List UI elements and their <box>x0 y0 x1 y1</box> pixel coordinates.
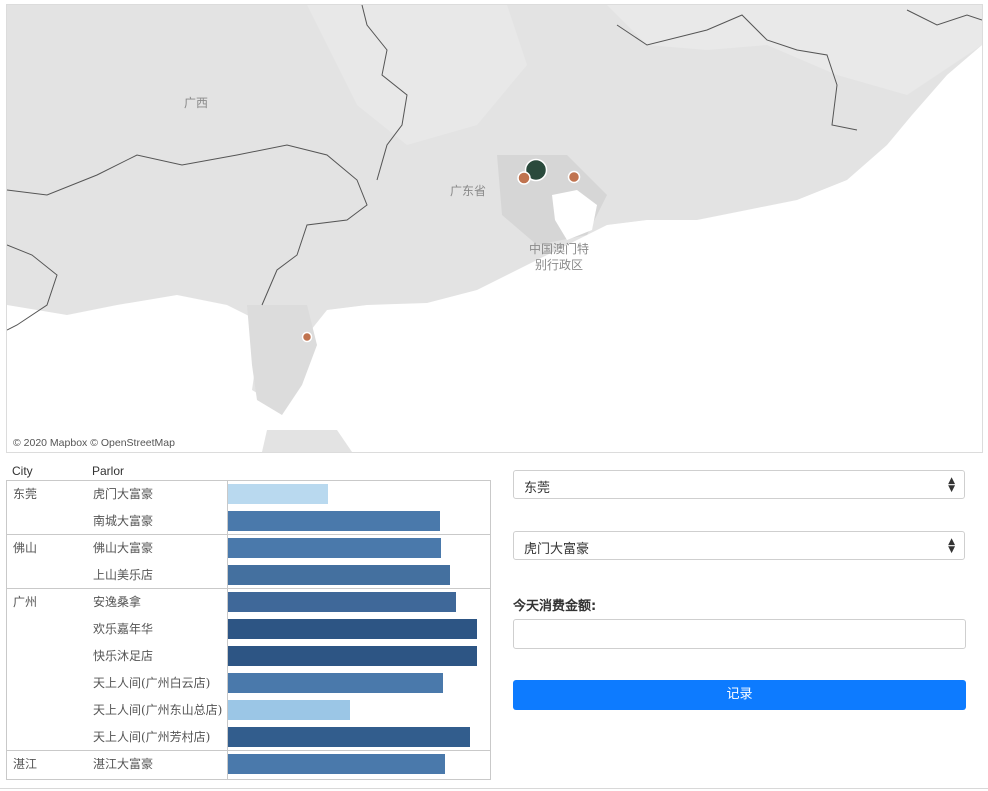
city-select[interactable]: 东莞 ▲ ▼ <box>513 470 965 499</box>
parlor-select[interactable]: 虎门大富豪 ▲ ▼ <box>513 531 965 560</box>
bar[interactable] <box>228 754 445 774</box>
parlor-cell: 南城大富豪 <box>93 514 154 528</box>
map-view[interactable]: 广西 广东省 中国澳门特 别行政区 © 2020 Mapbox © OpenSt… <box>6 4 983 453</box>
bar[interactable] <box>228 673 443 693</box>
map-label-guangxi: 广西 <box>184 96 209 110</box>
map-attribution: © 2020 Mapbox © OpenStreetMap <box>13 437 175 449</box>
table-row[interactable]: 天上人间(广州东山总店) <box>7 697 490 724</box>
amount-label: 今天消费金额: <box>513 599 597 614</box>
parlor-cell: 天上人间(广州东山总店) <box>93 703 223 717</box>
bar[interactable] <box>228 619 477 639</box>
city-select-value: 东莞 <box>524 481 551 496</box>
parlor-cell: 湛江大富豪 <box>93 757 154 771</box>
table-row[interactable]: 欢乐嘉年华 <box>7 616 490 643</box>
column-header-city: City <box>12 464 33 478</box>
city-cell: 湛江 <box>13 757 38 771</box>
bar[interactable] <box>228 538 441 558</box>
column-header-parlor: Parlor <box>92 464 125 478</box>
parlor-cell: 上山美乐店 <box>93 568 154 582</box>
table-row[interactable]: 南城大富豪 <box>7 508 490 535</box>
table-row[interactable]: 快乐沐足店 <box>7 643 490 670</box>
bar[interactable] <box>228 727 470 747</box>
map-label-macau-line2: 别行政区 <box>535 258 584 272</box>
parlor-bar-table: City Parlor 东莞 虎门大富豪南城大富豪佛山 佛山大富豪上山美乐店广州 安逸… <box>6 462 491 782</box>
table-row[interactable]: 广州 安逸桑拿 <box>7 589 490 616</box>
city-cell: 广州 <box>13 595 38 609</box>
table-row[interactable]: 天上人间(广州白云店) <box>7 670 490 697</box>
map-basemap <box>7 5 982 452</box>
bar[interactable] <box>228 565 450 585</box>
city-cell: 东莞 <box>13 487 38 501</box>
parlor-table: 东莞 虎门大富豪南城大富豪佛山 佛山大富豪上山美乐店广州 安逸桑拿欢乐嘉年华快乐沐足店… <box>6 480 491 780</box>
table-row[interactable]: 天上人间(广州芳村店) <box>7 724 490 751</box>
bar[interactable] <box>228 592 456 612</box>
parlor-cell: 天上人间(广州芳村店) <box>93 730 211 744</box>
record-button[interactable]: 记录 <box>513 680 966 710</box>
parlor-cell: 虎门大富豪 <box>93 487 154 501</box>
map-label-macau-line1: 中国澳门特 <box>529 242 590 256</box>
parlor-cell: 欢乐嘉年华 <box>93 622 154 636</box>
bottom-divider <box>0 788 988 789</box>
bar[interactable] <box>228 484 328 504</box>
table-row[interactable]: 东莞 虎门大富豪 <box>7 481 490 508</box>
select-arrows-icon: ▲ ▼ <box>948 537 955 555</box>
bar[interactable] <box>228 511 440 531</box>
table-row[interactable]: 佛山 佛山大富豪 <box>7 535 490 562</box>
city-cell: 佛山 <box>13 541 38 555</box>
map-label-guangdong: 广东省 <box>450 184 487 198</box>
amount-input[interactable] <box>513 619 966 649</box>
parlor-cell: 佛山大富豪 <box>93 541 154 555</box>
bar[interactable] <box>228 700 350 720</box>
parlor-cell: 天上人间(广州白云店) <box>93 676 211 690</box>
parlor-cell: 安逸桑拿 <box>93 595 142 609</box>
select-arrows-icon: ▲ ▼ <box>948 476 955 494</box>
parlor-select-value: 虎门大富豪 <box>524 542 590 557</box>
bar[interactable] <box>228 646 477 666</box>
table-row[interactable]: 湛江 湛江大富豪 <box>7 751 490 778</box>
parlor-cell: 快乐沐足店 <box>93 649 154 663</box>
table-row[interactable]: 上山美乐店 <box>7 562 490 589</box>
